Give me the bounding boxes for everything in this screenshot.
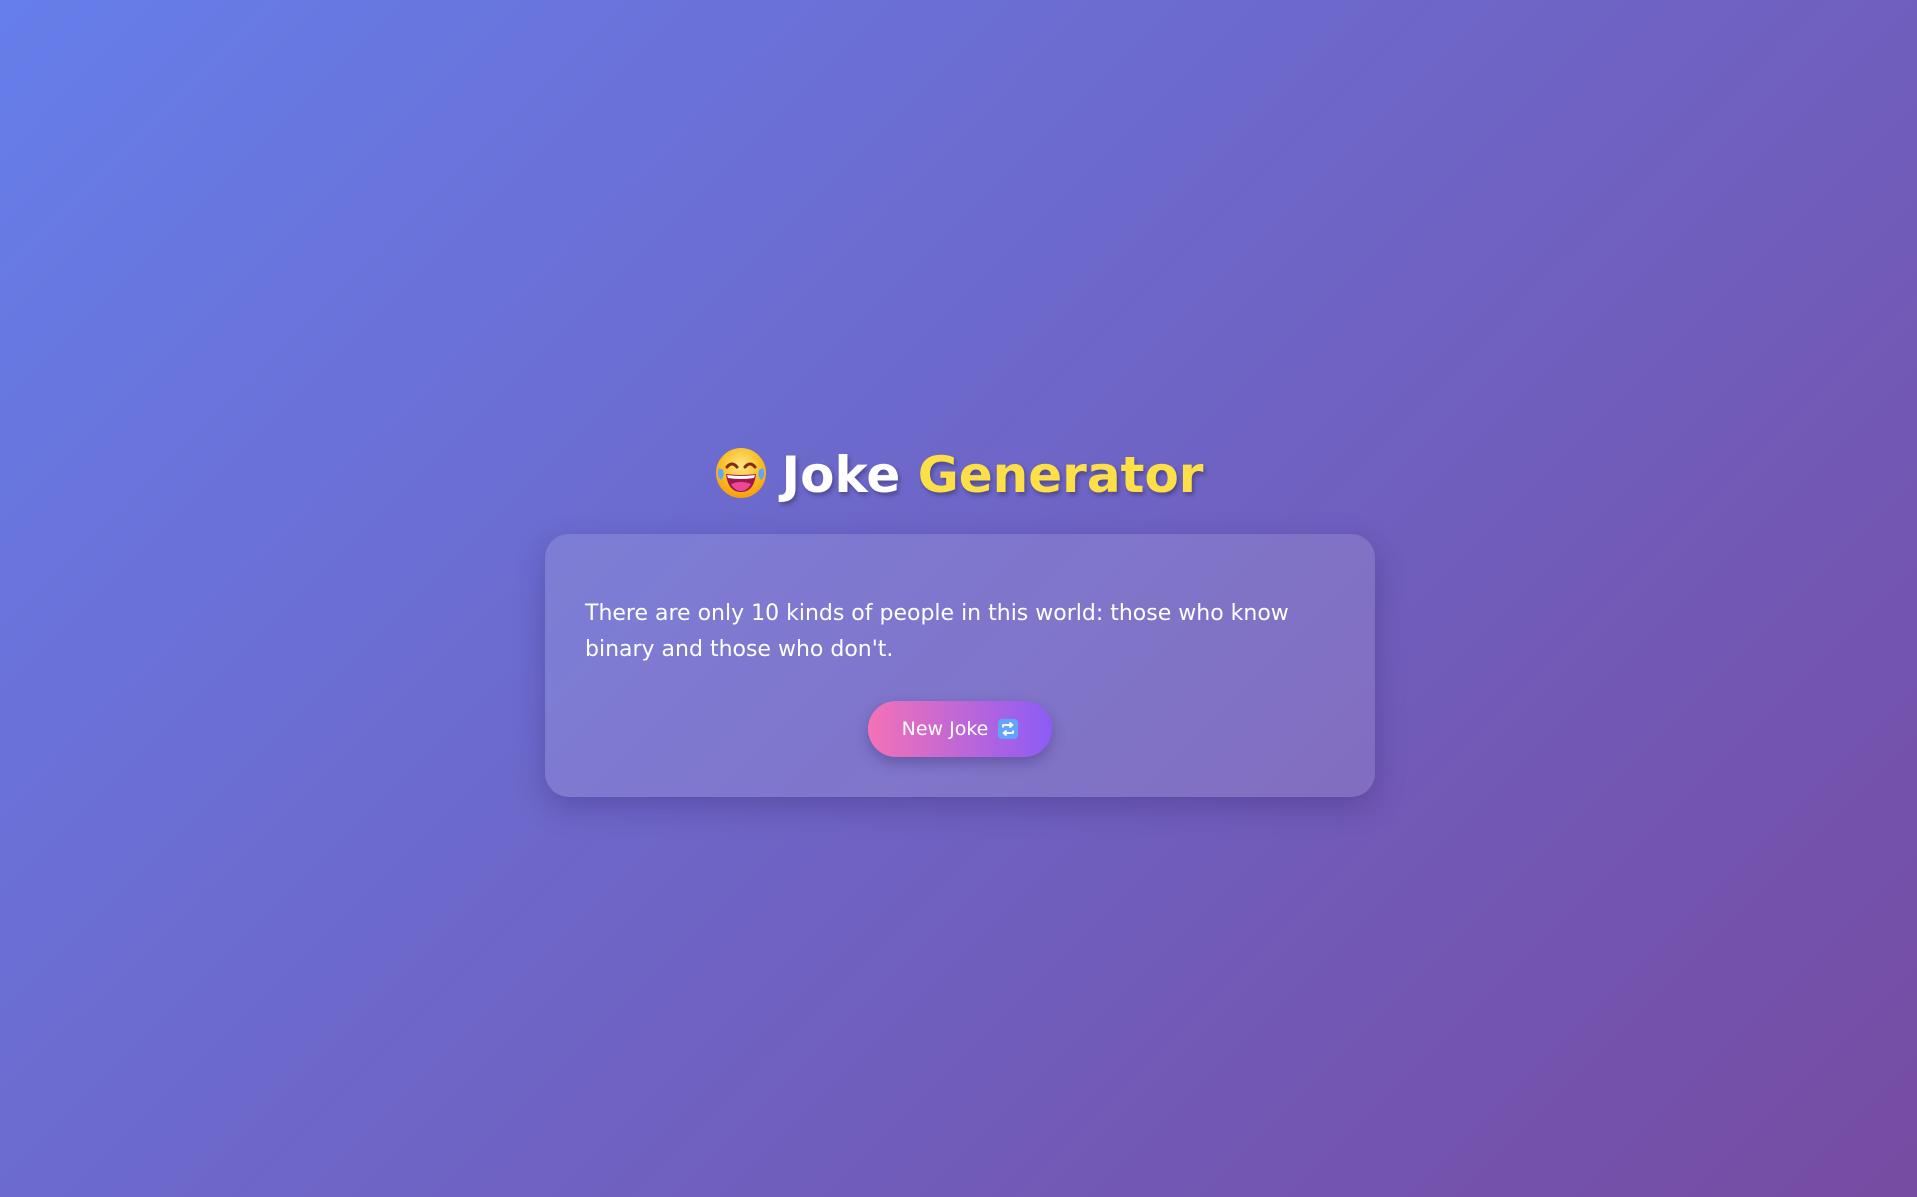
new-joke-button-label: New Joke <box>901 718 989 740</box>
title-word-joke: Joke <box>781 446 901 504</box>
face-with-tears-of-joy-icon <box>714 446 768 500</box>
page-title: Joke Generator <box>0 440 1917 510</box>
joke-text: There are only 10 kinds of people in thi… <box>585 601 1289 662</box>
repeat-icon <box>998 719 1019 739</box>
joke-generator-app: Joke Generator There are only 10 kinds o… <box>0 0 1917 1197</box>
title-word-generator: Generator <box>917 446 1204 504</box>
new-joke-button[interactable]: New Joke <box>868 701 1052 757</box>
joke-card: There are only 10 kinds of people in thi… <box>545 534 1375 797</box>
